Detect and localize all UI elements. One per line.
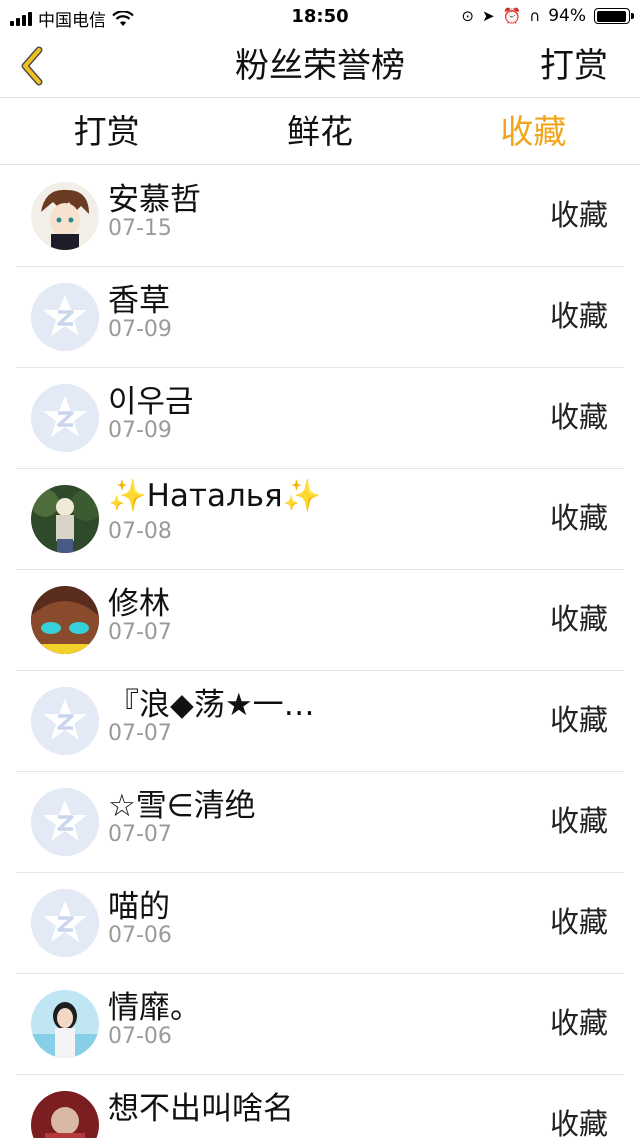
location-icon: ➤ bbox=[481, 7, 495, 25]
fan-name: 安慕哲 bbox=[108, 182, 201, 218]
status-bar: 中国电信 18:50 ⊙ ➤ ⏰ ∩ 94% bbox=[0, 0, 640, 34]
fan-name: 『浪◆荡★一… bbox=[108, 687, 315, 723]
favorite-action-label: 收藏 bbox=[549, 299, 608, 333]
tab-flowers[interactable]: 鲜花 bbox=[213, 99, 426, 164]
avatar[interactable] bbox=[31, 1091, 99, 1138]
list-item[interactable]: ☆雪∈清绝 07-07 收藏 bbox=[16, 772, 624, 873]
list-item[interactable]: 香草 07-09 收藏 bbox=[16, 267, 624, 368]
favorite-action-label: 收藏 bbox=[549, 804, 608, 838]
fan-date: 07-08 bbox=[108, 519, 172, 544]
battery-fill bbox=[596, 10, 626, 22]
list-item[interactable]: 想不出叫啥名 收藏 bbox=[16, 1075, 624, 1138]
list-item[interactable]: 修林 07-07 收藏 bbox=[16, 570, 624, 671]
avatar[interactable] bbox=[31, 485, 99, 553]
list-item[interactable]: 『浪◆荡★一… 07-07 收藏 bbox=[16, 671, 624, 772]
list-item[interactable]: 安慕哲 07-15 收藏 bbox=[16, 166, 624, 267]
fan-name: 修林 bbox=[108, 586, 170, 622]
status-right: ⊙ ➤ ⏰ ∩ 94% bbox=[461, 6, 634, 26]
default-avatar-icon[interactable] bbox=[31, 384, 99, 452]
fan-date: 07-09 bbox=[108, 418, 172, 443]
default-avatar-icon[interactable] bbox=[31, 687, 99, 755]
fan-list: 安慕哲 07-15 收藏 香草 07-09 收藏 이우금 07-09 收藏 ✨Наталья✨ 07… bbox=[0, 166, 640, 1138]
list-item[interactable]: 喵的 07-06 收藏 bbox=[16, 873, 624, 974]
favorite-action-label: 收藏 bbox=[549, 703, 608, 737]
fan-date: 07-06 bbox=[108, 1024, 172, 1049]
fan-name: 喵的 bbox=[108, 889, 170, 925]
tab-bar: 打赏 鲜花 收藏 bbox=[0, 99, 640, 165]
favorite-action-label: 收藏 bbox=[549, 1006, 608, 1040]
default-avatar-icon[interactable] bbox=[31, 889, 99, 957]
fan-date: 07-09 bbox=[108, 317, 172, 342]
favorite-action-label: 收藏 bbox=[549, 400, 608, 434]
list-item[interactable]: ✨Наталья✨ 07-08 收藏 bbox=[16, 469, 624, 570]
favorite-action-label: 收藏 bbox=[549, 602, 608, 636]
battery-percent: 94% bbox=[548, 6, 586, 26]
fan-name: 香草 bbox=[108, 283, 170, 319]
default-avatar-icon[interactable] bbox=[31, 788, 99, 856]
favorite-action-label: 收藏 bbox=[549, 198, 608, 232]
favorite-action-label: 收藏 bbox=[549, 1107, 608, 1138]
avatar[interactable] bbox=[31, 182, 99, 250]
list-item[interactable]: 이우금 07-09 收藏 bbox=[16, 368, 624, 469]
nav-bar: 粉丝荣誉榜 打赏 bbox=[0, 34, 640, 98]
fan-date: 07-15 bbox=[108, 216, 172, 241]
tab-reward[interactable]: 打赏 bbox=[0, 99, 213, 164]
alarm-icon: ⏰ bbox=[502, 7, 522, 25]
headphones-icon: ∩ bbox=[529, 7, 541, 25]
fan-name: 情靡。 bbox=[108, 990, 201, 1026]
avatar[interactable] bbox=[31, 586, 99, 654]
orientation-lock-icon: ⊙ bbox=[461, 7, 474, 25]
fan-name: 이우금 bbox=[108, 384, 194, 420]
avatar[interactable] bbox=[31, 990, 99, 1058]
fan-date: 07-07 bbox=[108, 620, 172, 645]
favorite-action-label: 收藏 bbox=[549, 905, 608, 939]
tab-favorites[interactable]: 收藏 bbox=[427, 99, 640, 164]
fan-date: 07-07 bbox=[108, 822, 172, 847]
fan-date: 07-07 bbox=[108, 721, 172, 746]
fan-name: ✨Наталья✨ bbox=[108, 478, 322, 514]
fan-name: ☆雪∈清绝 bbox=[108, 788, 256, 824]
favorite-action-label: 收藏 bbox=[549, 501, 608, 535]
fan-name: 想不出叫啥名 bbox=[108, 1091, 294, 1127]
battery-icon bbox=[594, 8, 634, 24]
default-avatar-icon[interactable] bbox=[31, 283, 99, 351]
fan-date: 07-06 bbox=[108, 923, 172, 948]
list-item[interactable]: 情靡。 07-06 收藏 bbox=[16, 974, 624, 1075]
reward-button[interactable]: 打赏 bbox=[540, 34, 608, 98]
